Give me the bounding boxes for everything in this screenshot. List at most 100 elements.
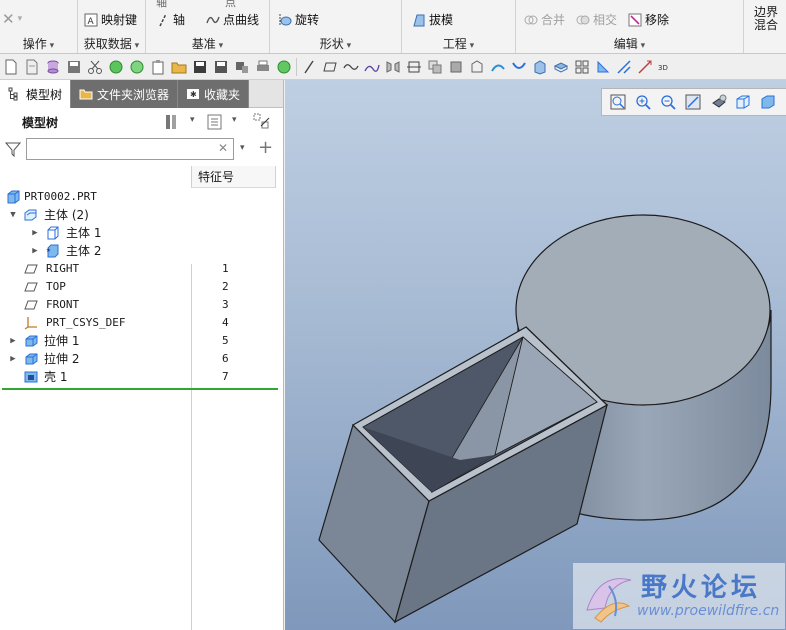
chevron-down-icon[interactable]: ▾	[190, 115, 195, 125]
graphics-viewport[interactable]: 野火论坛 www.proewildfire.cn	[285, 80, 786, 630]
view-manager-button[interactable]	[758, 92, 778, 112]
tree-row-part[interactable]: PRT0002.PRT	[0, 188, 283, 206]
model-geometry[interactable]	[285, 80, 786, 630]
database-tool[interactable]	[44, 58, 62, 76]
tree-row-top-plane[interactable]: TOP 2	[0, 278, 283, 296]
zoom-fit-button[interactable]	[608, 92, 628, 112]
tree-tools-button[interactable]	[164, 113, 182, 134]
axis-button[interactable]: 轴	[156, 11, 185, 28]
slash-line-icon	[304, 60, 314, 73]
add-icon[interactable]: +	[258, 137, 273, 158]
open-tool[interactable]	[23, 58, 41, 76]
extrude-tool[interactable]	[531, 58, 549, 76]
expand-icon[interactable]: ▶	[30, 242, 40, 260]
hole-tool[interactable]	[552, 58, 570, 76]
revolve-button[interactable]: 旋转	[278, 11, 319, 28]
intersect-label: 相交	[593, 13, 618, 27]
boundary-blend-button[interactable]: 边界混合	[754, 6, 780, 32]
ribbon: 轴 点 ✕ ▾ 操作 A 映射键 获取数据 轴 点曲线 基准 旋转	[0, 0, 786, 54]
blend-tool[interactable]	[510, 58, 528, 76]
cancel-operation-button[interactable]: ✕ ▾	[2, 10, 22, 28]
svg-text:✱: ✱	[190, 90, 197, 99]
display-style-button[interactable]	[708, 92, 728, 112]
settings-tool[interactable]	[233, 58, 251, 76]
tab-favorites[interactable]: ✱ 收藏夹	[178, 80, 250, 108]
plane-tool[interactable]	[321, 58, 339, 76]
tree-row-body-2[interactable]: ▶ ★ 主体 2	[0, 242, 283, 260]
merge-button[interactable]: 合并	[524, 11, 565, 28]
printer-icon	[257, 60, 269, 71]
copy-tool[interactable]	[426, 58, 444, 76]
print-tool[interactable]	[254, 58, 272, 76]
tree-row-body-group[interactable]: ▼ 主体 (2)	[0, 206, 283, 224]
tree-show-button[interactable]	[252, 112, 272, 135]
curve-tool[interactable]	[342, 58, 360, 76]
save-tool[interactable]	[191, 58, 209, 76]
layer-tool[interactable]	[447, 58, 465, 76]
search-input[interactable]	[26, 138, 234, 160]
group-label-engineering[interactable]: 工程	[402, 35, 515, 52]
group-label-get-data[interactable]: 获取数据	[78, 35, 145, 52]
tree-settings-button[interactable]	[206, 113, 224, 134]
tree-row-extrude-1[interactable]: ▶ 拉伸 1 5	[0, 332, 283, 350]
clear-icon[interactable]: ✕	[218, 141, 228, 155]
tree-row-label: 壳 1	[44, 370, 68, 384]
collapse-icon[interactable]: ▼	[8, 206, 18, 224]
regenerate-tool[interactable]	[107, 58, 125, 76]
body-group-icon	[24, 209, 37, 221]
intersect-button[interactable]: 相交	[576, 11, 617, 28]
tree-row-csys[interactable]: PRT_CSYS_DEF 4	[0, 314, 283, 332]
dimension-tool[interactable]	[405, 58, 423, 76]
extrude-icon	[25, 353, 38, 365]
sphere-tool[interactable]	[275, 58, 293, 76]
tab-model-tree[interactable]: 模型树	[0, 80, 72, 108]
tree-row-front-plane[interactable]: FRONT 3	[0, 296, 283, 314]
group-label-operations[interactable]: 操作	[0, 35, 77, 52]
sweep-tool[interactable]	[489, 58, 507, 76]
pattern-icon	[575, 60, 589, 73]
zoom-out-button[interactable]	[658, 92, 678, 112]
group-label-edit[interactable]: 编辑	[516, 35, 743, 52]
watermark-title: 野火论坛	[641, 573, 762, 603]
zoom-in-button[interactable]	[633, 92, 653, 112]
group-label-shape[interactable]: 形状	[270, 35, 401, 52]
tree-row-body-1[interactable]: ▶ 主体 1	[0, 224, 283, 242]
regenerate-all-tool[interactable]	[128, 58, 146, 76]
rib-tool[interactable]	[594, 58, 612, 76]
chevron-down-icon[interactable]: ▾	[232, 115, 237, 125]
new-file-tool[interactable]	[2, 58, 20, 76]
pattern-tool[interactable]	[573, 58, 591, 76]
saved-orientation-button[interactable]	[733, 92, 753, 112]
green-sphere-icon	[130, 60, 144, 73]
filter-icon[interactable]	[4, 141, 22, 160]
tree-row-right-plane[interactable]: RIGHT 1	[0, 260, 283, 278]
mirror-tool[interactable]	[384, 58, 402, 76]
remove-button[interactable]: 移除	[628, 11, 669, 28]
save-as-tool[interactable]	[212, 58, 230, 76]
transform-tool[interactable]	[468, 58, 486, 76]
point-curve-button[interactable]: 点曲线	[206, 11, 259, 28]
chamfer-tool[interactable]	[615, 58, 633, 76]
measure-tool[interactable]	[636, 58, 654, 76]
mapkey-button[interactable]: A 映射键	[84, 11, 137, 28]
ribbon-group-shape: 旋转 形状	[270, 0, 402, 53]
refit-button[interactable]	[683, 92, 703, 112]
column-header-feature-id[interactable]: 特征号	[191, 166, 276, 188]
cut-tool[interactable]	[86, 58, 104, 76]
folder-tool[interactable]	[170, 58, 188, 76]
sketch-line-tool[interactable]	[300, 58, 318, 76]
expand-icon[interactable]: ▶	[8, 350, 18, 368]
3d-tool[interactable]: 3D	[657, 58, 675, 76]
chevron-down-icon[interactable]: ▾	[240, 143, 245, 153]
tab-folder-browser[interactable]: 文件夹浏览器	[71, 80, 179, 108]
group-label-datum[interactable]: 基准	[146, 35, 269, 52]
tree-row-extrude-2[interactable]: ▶ 拉伸 2 6	[0, 350, 283, 368]
tree-row-shell-1[interactable]: 壳 1 7	[0, 368, 283, 386]
save-copy-tool[interactable]	[65, 58, 83, 76]
expand-icon[interactable]: ▶	[8, 332, 18, 350]
draft-button[interactable]: 拔模	[412, 11, 453, 28]
sketch-tool[interactable]	[363, 58, 381, 76]
expand-icon[interactable]: ▶	[30, 224, 40, 242]
paste-tool[interactable]	[149, 58, 167, 76]
insert-indicator[interactable]	[2, 388, 278, 390]
